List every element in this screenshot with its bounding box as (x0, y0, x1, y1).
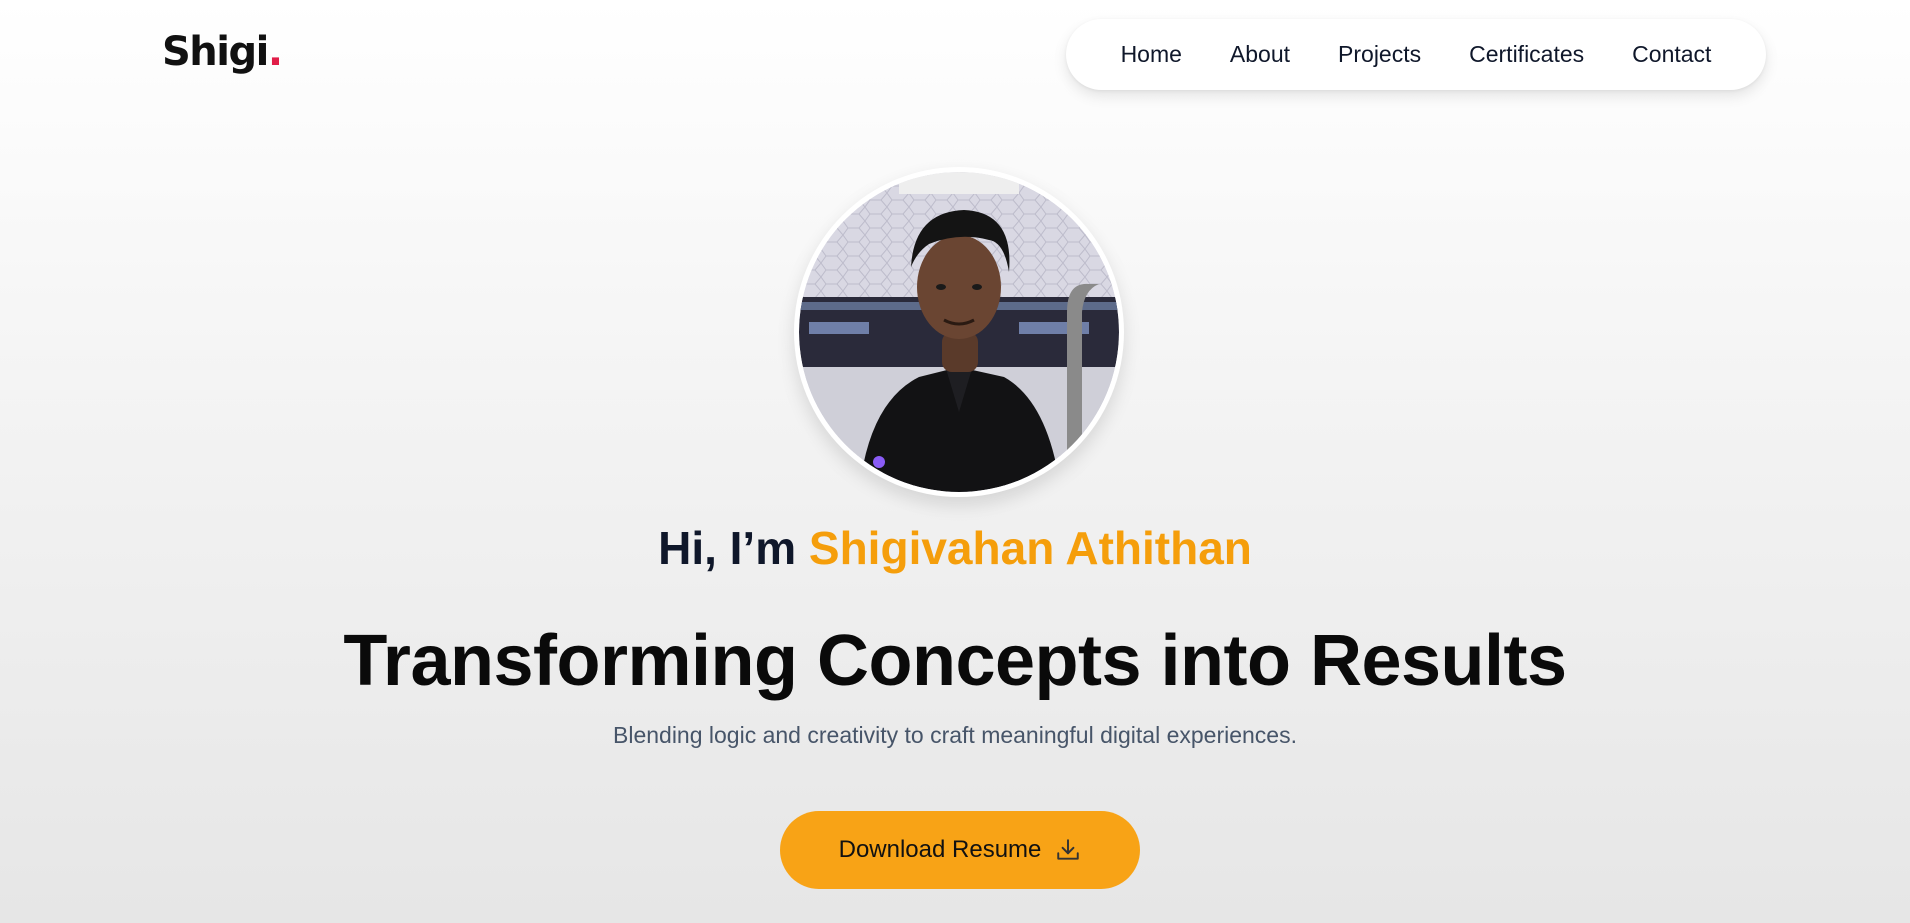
hero-greeting: Hi, I’m Shigivahan Athithan (0, 521, 1910, 575)
nav-item-about[interactable]: About (1206, 19, 1314, 90)
download-icon (1055, 837, 1081, 863)
profile-photo-frame (794, 167, 1124, 497)
download-resume-label: Download Resume (838, 836, 1042, 863)
profile-photo (799, 172, 1119, 492)
greeting-prefix: Hi, I’m (658, 522, 809, 574)
hero-name: Shigivahan Athithan (808, 522, 1252, 574)
hero-subtitle: Blending logic and creativity to craft m… (613, 722, 1297, 748)
brand-name: Shigi (162, 29, 269, 75)
nav-item-certificates[interactable]: Certificates (1445, 19, 1608, 90)
nav-item-home[interactable]: Home (1097, 19, 1206, 90)
brand-dot: . (267, 29, 283, 75)
main-nav: Home About Projects Certificates Contact (1066, 19, 1766, 90)
nav-item-contact[interactable]: Contact (1608, 19, 1735, 90)
brand-logo[interactable]: Shigi. (162, 28, 283, 76)
download-resume-button[interactable]: Download Resume (780, 811, 1140, 889)
nav-item-projects[interactable]: Projects (1314, 19, 1445, 90)
hero-headline: Transforming Concepts into Results (343, 621, 1567, 701)
